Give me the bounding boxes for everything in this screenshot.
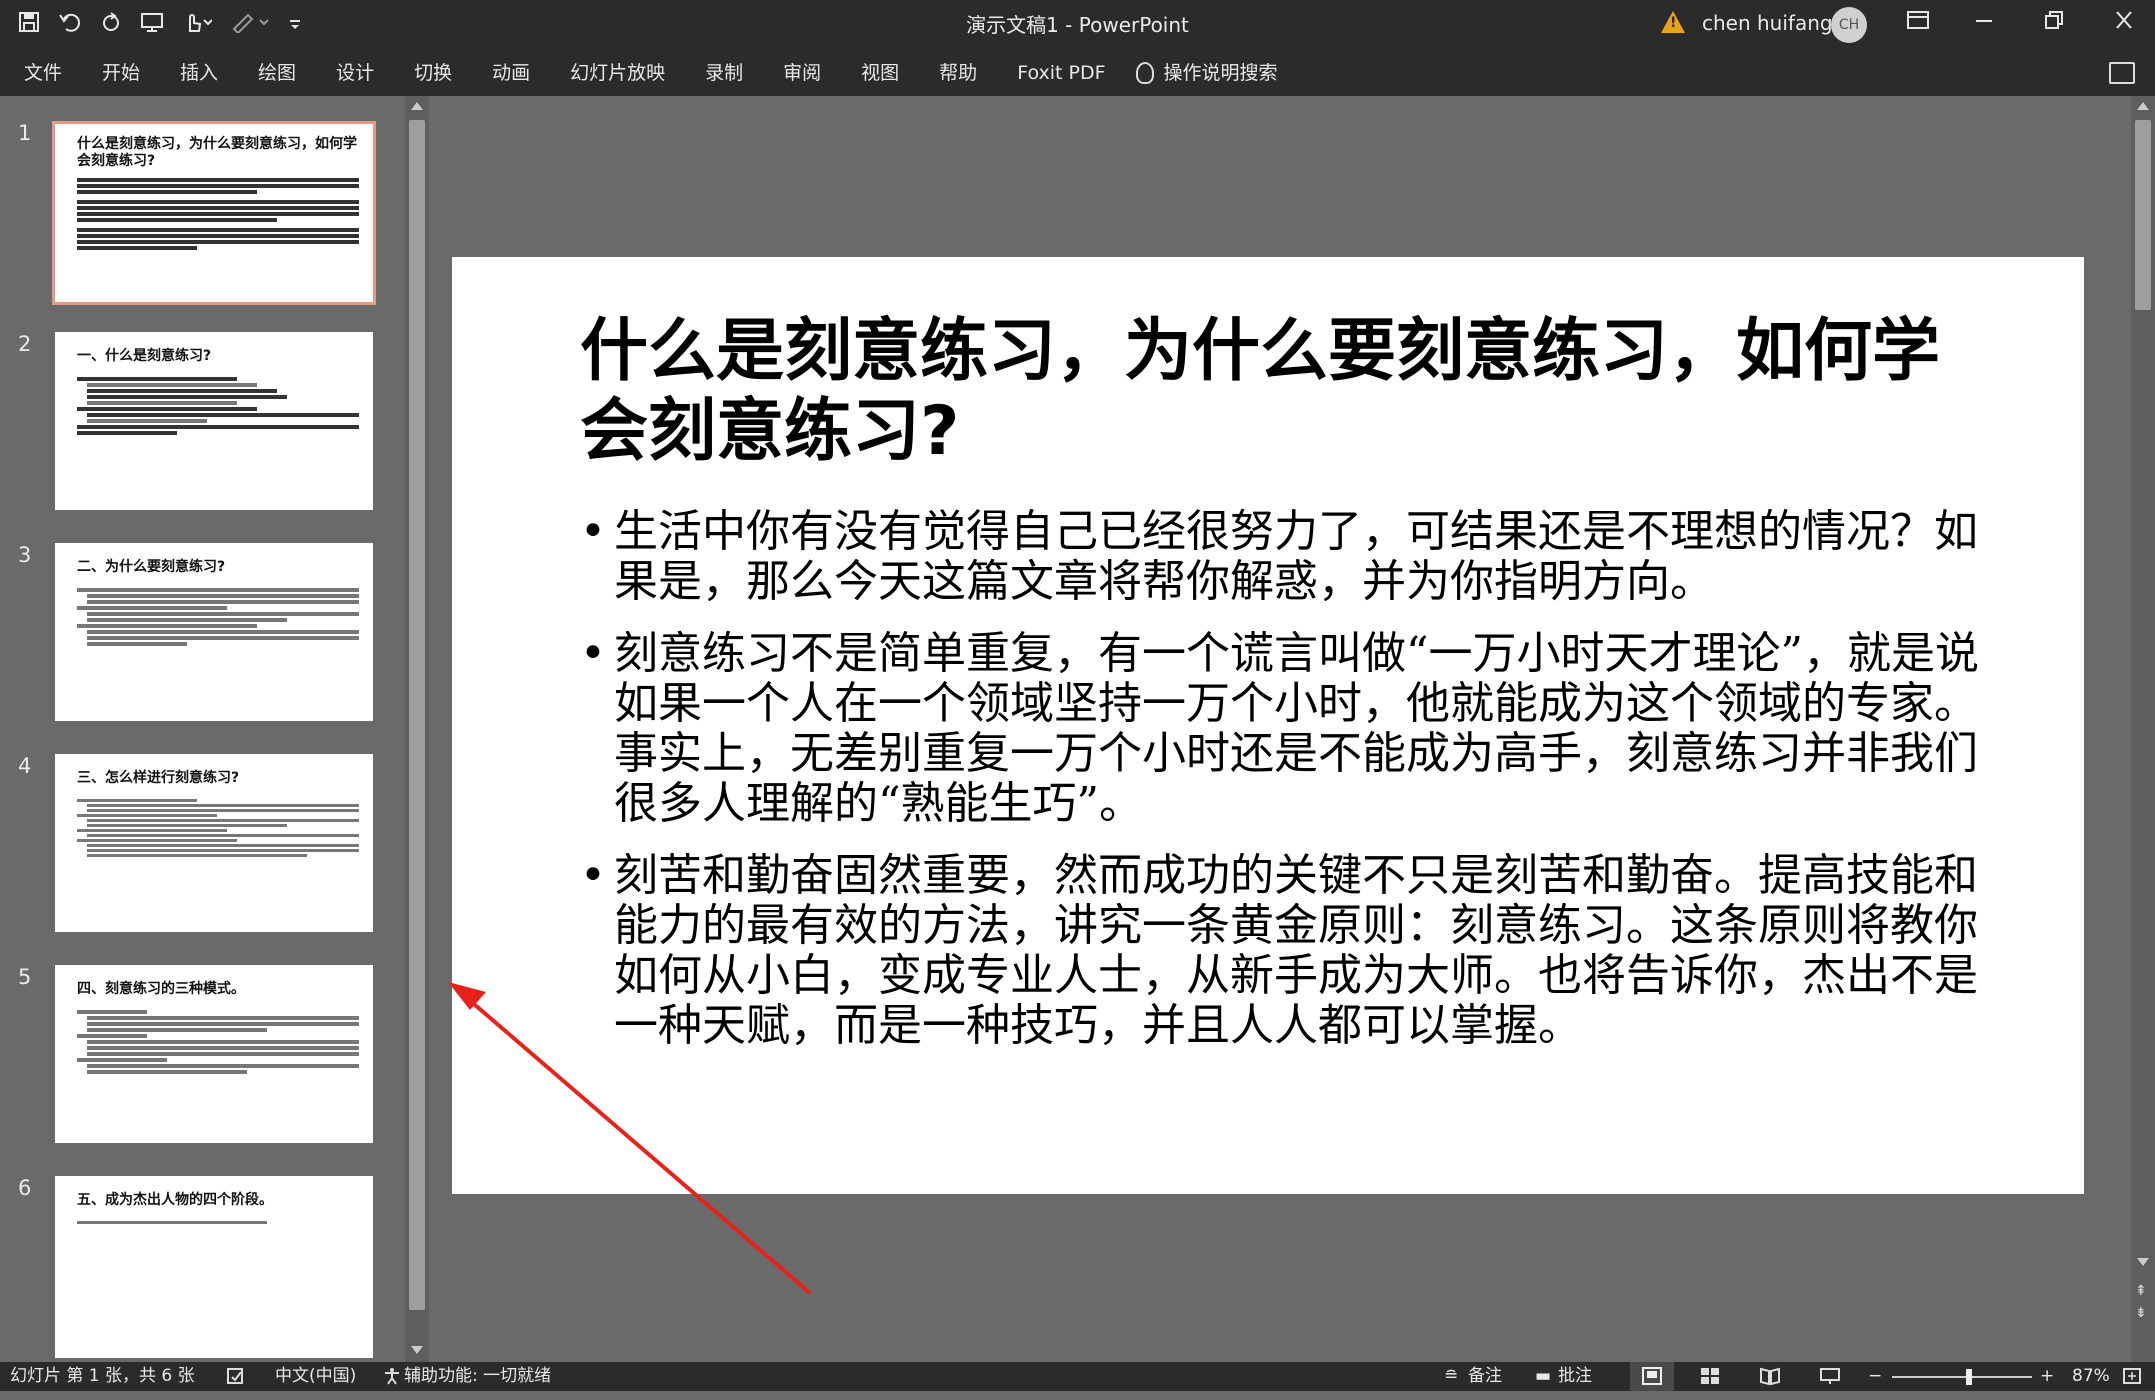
scrollbar-thumb[interactable] [409,120,425,1310]
customize-qat-icon[interactable] [288,10,302,40]
spell-check-icon[interactable] [226,1362,246,1395]
scroll-down-icon[interactable] [2137,1258,2149,1266]
save-icon[interactable] [18,10,40,40]
draw-tool-icon[interactable] [230,10,270,40]
thumbnail-title: 一、什么是刻意练习? [77,348,212,364]
slide-number: 1 [18,121,32,145]
status-bar: 幻灯片 第 1 张，共 6 张 中文(中国) 辅助功能: 一切就绪 ≘ 备注 ▬… [0,1362,2155,1391]
zoom-out-icon[interactable]: − [1868,1362,1882,1391]
slide-thumbnail[interactable]: 五、成为杰出人物的四个阶段。 [55,1176,373,1358]
undo-icon[interactable] [58,10,82,40]
scroll-up-icon[interactable] [411,102,423,110]
tab-insert[interactable]: 插入 [160,50,238,96]
slide-number: 6 [18,1176,32,1200]
ribbon-display-options-icon[interactable] [1888,0,1948,50]
bullet-point: 刻苦和勤奋固然重要，然而成功的关键不只是刻苦和勤奋。提高技能和能力的最有效的方法… [580,851,2000,1051]
tab-review[interactable]: 审阅 [763,50,841,96]
present-icon[interactable] [140,10,164,40]
scroll-up-icon[interactable] [2137,102,2149,110]
ribbon-tabs: 文件 开始 插入 绘图 设计 切换 动画 幻灯片放映 录制 审阅 视图 帮助 F… [0,50,2155,96]
next-slide-icon[interactable]: ⇟ [2135,1306,2147,1320]
tab-foxit-pdf[interactable]: Foxit PDF [997,50,1125,96]
avatar[interactable]: CH [1831,7,1867,43]
tab-file[interactable]: 文件 [0,50,82,96]
thumbnail-title: 二、为什么要刻意练习? [77,559,226,575]
slide-thumbnail-selected[interactable]: 什么是刻意练习，为什么要刻意练习，如何学会刻意练习? [52,121,376,305]
tab-home[interactable]: 开始 [82,50,160,96]
normal-view-button[interactable] [1630,1362,1674,1391]
current-slide[interactable]: 什么是刻意练习，为什么要刻意练习，如何学会刻意练习? 生活中你有没有觉得自己已经… [452,257,2084,1194]
zoom-slider-thumb[interactable] [1966,1369,1972,1385]
bullet-point: 刻意练习不是简单重复，有一个谎言叫做“一万小时天才理论”，就是说如果一个人在一个… [580,629,2000,829]
tab-design[interactable]: 设计 [316,50,394,96]
accessibility-status[interactable]: 辅助功能: 一切就绪 [404,1362,551,1391]
notes-button[interactable]: 备注 [1468,1362,1502,1391]
tab-slideshow[interactable]: 幻灯片放映 [550,50,685,96]
tell-me-search[interactable]: 操作说明搜索 [1164,50,1298,96]
language-indicator[interactable]: 中文(中国) [275,1362,356,1391]
close-icon[interactable] [2094,0,2154,50]
zoom-level[interactable]: 87% [2072,1362,2110,1391]
slide-thumbnail[interactable]: 二、为什么要刻意练习? [55,543,373,721]
thumbnail-title: 四、刻意练习的三种模式。 [77,981,245,997]
slide-title[interactable]: 什么是刻意练习，为什么要刻意练习，如何学会刻意练习? [580,312,2000,472]
scrollbar-thumb[interactable] [2135,120,2151,310]
title-bar: 演示文稿1 - PowerPoint chen huifang CH [0,0,2155,50]
comment-icon[interactable]: ▬ [1535,1362,1551,1391]
comments-icon[interactable] [2109,62,2135,84]
slide-number: 4 [18,754,32,778]
tab-record[interactable]: 录制 [685,50,763,96]
tab-animations[interactable]: 动画 [472,50,550,96]
slide-thumbnail[interactable]: 一、什么是刻意练习? [55,332,373,510]
slide-thumbnail[interactable]: 四、刻意练习的三种模式。 [55,965,373,1143]
lightbulb-icon [1135,62,1154,84]
fit-slide-icon[interactable] [2122,1362,2142,1395]
slideshow-view-icon[interactable] [1820,1362,1840,1395]
slide-thumbnail-pane: 1 什么是刻意练习，为什么要刻意练习，如何学会刻意练习? 2 一、什么是刻意练习… [0,96,405,1362]
thumbnail-title: 什么是刻意练习，为什么要刻意练习，如何学会刻意练习? [77,136,357,169]
minimize-icon[interactable] [1954,0,2014,50]
slide-counter: 幻灯片 第 1 张，共 6 张 [10,1366,195,1386]
thumbnail-title: 五、成为杰出人物的四个阶段。 [77,1192,273,1208]
slide-number: 5 [18,965,32,989]
bullet-point: 生活中你有没有觉得自己已经很努力了，可结果还是不理想的情况？如果是，那么今天这篇… [580,507,2000,607]
tab-view[interactable]: 视图 [841,50,919,96]
user-name[interactable]: chen huifang [1702,0,1833,50]
slide-body[interactable]: 生活中你有没有觉得自己已经很努力了，可结果还是不理想的情况？如果是，那么今天这篇… [580,507,2000,1073]
tab-transitions[interactable]: 切换 [394,50,472,96]
slide-number: 2 [18,332,32,356]
tab-draw[interactable]: 绘图 [238,50,316,96]
slide-thumbnail[interactable]: 三、怎么样进行刻意练习? [55,754,373,932]
scroll-down-icon[interactable] [411,1346,423,1354]
thumbnail-title: 三、怎么样进行刻意练习? [77,770,240,786]
slide-scrollbar[interactable]: ⇞ ⇟ [2131,96,2155,1362]
reading-view-icon[interactable] [1760,1362,1780,1395]
quick-access-toolbar [18,0,302,50]
zoom-slider-track[interactable] [1892,1376,2032,1378]
notes-icon[interactable]: ≘ [1444,1362,1458,1391]
tab-help[interactable]: 帮助 [919,50,997,96]
restore-icon[interactable] [2024,0,2084,50]
slide-number: 3 [18,543,32,567]
touch-mode-icon[interactable] [182,10,213,40]
zoom-in-icon[interactable]: + [2040,1362,2054,1391]
redo-icon[interactable] [100,10,122,40]
thumbnail-scrollbar[interactable] [405,96,429,1362]
warning-icon[interactable] [1661,11,1685,33]
comments-button[interactable]: 批注 [1558,1362,1592,1391]
slide-sorter-icon[interactable] [1700,1362,1720,1395]
accessibility-icon[interactable] [382,1362,402,1395]
previous-slide-icon[interactable]: ⇞ [2135,1284,2147,1298]
